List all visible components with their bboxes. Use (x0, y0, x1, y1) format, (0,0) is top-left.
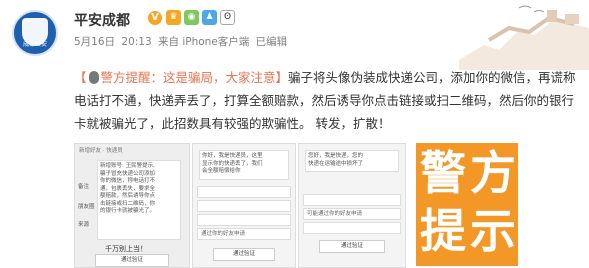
poster-char-fang: 方 (470, 146, 516, 200)
shot2-line: 你好，我是快递员，这里 (202, 153, 263, 159)
shot1-accept-button[interactable]: 通过验证 (95, 254, 169, 267)
image-police-warning-poster[interactable]: 警 方 提 示 (416, 143, 518, 266)
post-text: 【警方提醒：这是骗局，大家注意】骗子将头像伪装成快递公司，添加你的微信，再谎称电… (74, 66, 579, 135)
image-screenshot-3[interactable]: 您好，我是快递，您的 快递在运输途中损坏了 可能通过你的好友申请 通过验证 (298, 143, 406, 268)
shot3-row (303, 194, 401, 206)
shot1-line: 骗子冒充快递公司添加 (100, 170, 156, 177)
account-badges: ♛ ◉ ♟ ʘ (166, 10, 235, 25)
account-name[interactable]: 平安成都 (74, 10, 130, 30)
shot1-line: 击链接或扫二维码，你 (100, 200, 156, 207)
post-edited[interactable]: 已编辑 (256, 36, 288, 48)
image-screenshot-2[interactable]: 你好，我是快递员，这里 显示你的快递丢了，我们 会全额赔偿给你 通过你的好友申请… (192, 143, 296, 268)
tag-open: 【 (74, 70, 87, 85)
great-wall-decoration (459, 5, 589, 70)
post-images: 新增好友 · 快递员 备注 朋友圈 来源 新增账号: 王民警提示, 骗子冒充快递… (74, 143, 589, 268)
microphone-icon (88, 71, 99, 84)
poster-char-jing: 警 (420, 146, 466, 200)
shot1-line: 新增账号: 王民警提示, (100, 163, 155, 169)
shot2-accept-button[interactable]: 通过验证 (213, 248, 275, 261)
shot1-footer: 千万别上当！ (105, 245, 147, 253)
vip-badge-icon[interactable]: ♛ (166, 10, 181, 25)
shot3-line: 快递在运输途中损坏了 (308, 160, 364, 167)
post-date[interactable]: 5月16日 (74, 36, 115, 48)
shot3-accept-button[interactable]: 通过验证 (319, 240, 385, 253)
image-screenshot-1[interactable]: 新增好友 · 快递员 备注 朋友圈 来源 新增账号: 王民警提示, 骗子冒充快递… (74, 143, 190, 268)
shot2-message: 你好，我是快递员，这里 显示你的快递丢了，我们 会全额赔偿给你 (199, 150, 289, 180)
shot1-line: 的银行卡就被骗光了。 (100, 208, 156, 214)
city-badge-icon[interactable]: ♟ (202, 10, 217, 25)
shot2-row (197, 214, 291, 226)
shot2-line: 显示你的快递丢了，我们 (202, 160, 263, 167)
poster-char-ti: 提 (420, 204, 466, 258)
shot1-label-remark: 备注 (78, 184, 90, 190)
shot1-message: 新增账号: 王民警提示, 骗子冒充快递公司添加 你的微信，称电话打不 通，包裹丢… (97, 160, 181, 240)
shot1-line: 通，包裹丢失，要求全 (100, 185, 156, 192)
post-source[interactable]: 来自 iPhone客户端 (158, 36, 249, 48)
shot3-line: 您好，我是快递，您的 (308, 153, 364, 159)
shot1-label-source: 来源 (78, 222, 90, 228)
shot1-header: 新增好友 · 快递员 (79, 148, 123, 154)
shot2-row (197, 200, 291, 212)
shot3-message: 您好，我是快递，您的 快递在运输途中损坏了 (305, 150, 399, 172)
panda-badge-icon[interactable]: ʘ (220, 10, 235, 25)
post-meta: 5月16日 20:13 来自 iPhone客户端 已编辑 (74, 34, 290, 49)
shot2-row (197, 186, 291, 198)
poster-char-shi: 示 (470, 204, 516, 258)
post-time[interactable]: 20:13 (121, 36, 151, 48)
avatar-label: 成都公安 (22, 41, 47, 48)
verified-badge-icon[interactable]: V (148, 11, 162, 25)
shot2-row-request: 通过你的好友申请 (197, 228, 291, 240)
post-topic[interactable]: 警方提醒：这是骗局，大家注意 (101, 70, 276, 85)
shot3-row-request: 可能通过你的好友申请 (303, 208, 401, 220)
account-avatar[interactable]: 成都公安 (12, 10, 58, 56)
shot1-line: 你的微信，称电话打不 (100, 178, 156, 184)
shot2-line: 会全额赔偿给你 (202, 168, 241, 174)
shot1-label-moments: 朋友圈 (78, 204, 95, 210)
tag-close: 】 (275, 70, 289, 85)
shot3-row (303, 222, 401, 234)
shot1-line: 额赔款，然后诱导你点 (100, 193, 156, 199)
gov-badge-icon[interactable]: ◉ (184, 10, 199, 25)
